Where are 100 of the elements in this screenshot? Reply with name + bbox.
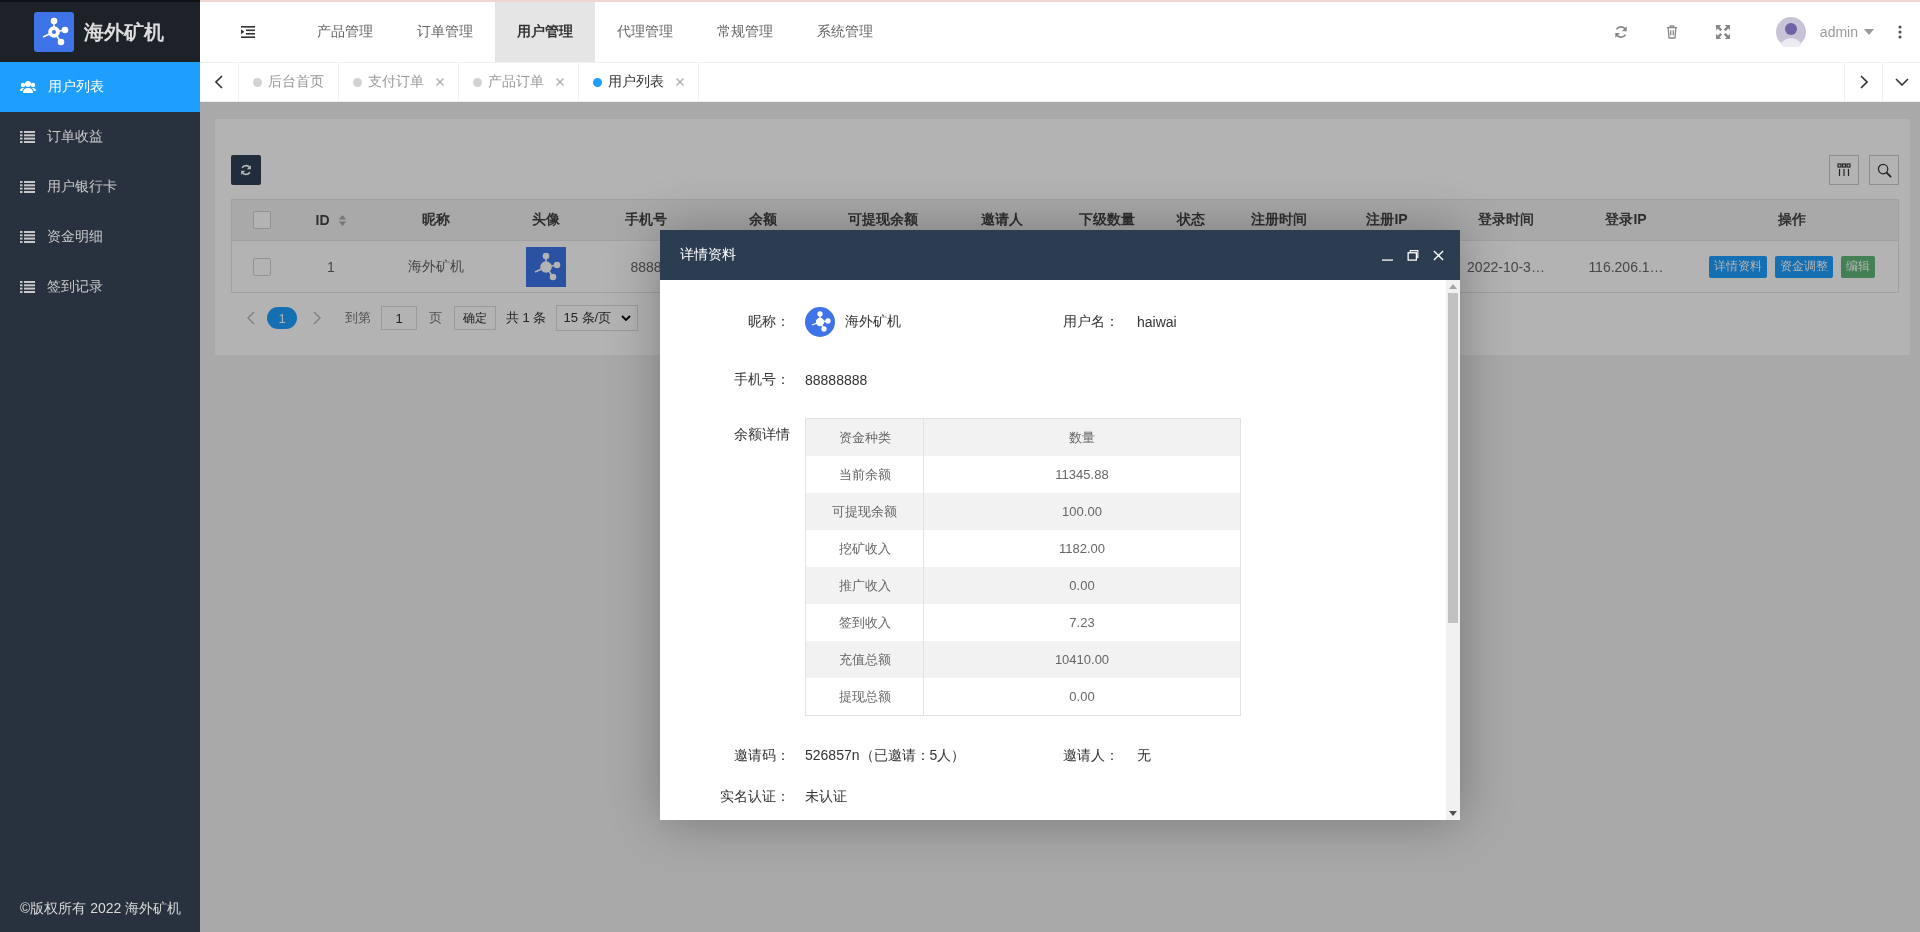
table-cell: 可提现余额 — [832, 502, 897, 521]
table-cell: 1182.00 — [1059, 541, 1105, 556]
table-cell: 充值总额 — [838, 650, 891, 669]
column-header: 注册时间 — [1250, 211, 1307, 229]
status-dot — [253, 77, 262, 87]
scroll-up-icon[interactable] — [1449, 284, 1457, 289]
field-label: 昵称： — [747, 313, 791, 331]
chevron-down-icon[interactable] — [1894, 78, 1909, 86]
column-header: 操作 — [1778, 211, 1806, 229]
column-header: 手机号 — [625, 211, 667, 229]
sidebar-item[interactable]: 订单收益 — [0, 112, 200, 162]
refresh-icon[interactable] — [1613, 25, 1628, 39]
field-value: haiwai — [1137, 314, 1177, 330]
column-header: 余额 — [748, 211, 777, 229]
list-icon — [20, 281, 35, 293]
user-avatar[interactable] — [1775, 17, 1806, 47]
sidebar-item[interactable]: 资金明细 — [0, 212, 200, 262]
table-cell: 116.206.1… — [1588, 258, 1664, 275]
sidebar-item[interactable]: 签到记录 — [0, 262, 200, 312]
field-label: 邀请码： — [733, 747, 791, 765]
table-cell: 1 — [327, 258, 335, 275]
table-cell: 推广收入 — [838, 576, 891, 595]
logo-icon — [34, 12, 74, 52]
column-header: 下级数量 — [1079, 211, 1135, 229]
table-cell: 海外矿机 — [408, 257, 464, 276]
page-tab[interactable]: 用户列表 — [578, 63, 698, 101]
column-header: 登录时间 — [1478, 211, 1534, 229]
nav-menu-item[interactable]: 代理管理 — [595, 2, 695, 62]
copyright-text: ©版权所有 2022 海外矿机 — [19, 900, 183, 918]
search-button[interactable] — [1869, 155, 1899, 185]
nav-menu-item[interactable]: 产品管理 — [295, 2, 395, 62]
column-header: 昵称 — [422, 211, 450, 229]
table-cell: 100.00 — [1062, 504, 1102, 519]
confirm-button[interactable]: 确定 — [454, 306, 496, 330]
column-header: 头像 — [532, 211, 560, 229]
field-label: 实名认证： — [719, 788, 791, 806]
list-icon — [20, 131, 35, 143]
page-unit-label: 页 — [429, 309, 442, 327]
nav-menu-item[interactable]: 常规管理 — [695, 2, 795, 62]
column-header: 资金种类 — [838, 428, 891, 447]
columns-button[interactable] — [1829, 155, 1859, 185]
caret-icon[interactable] — [621, 315, 632, 321]
table-cell: 0.00 — [1069, 689, 1095, 704]
sort-icon[interactable] — [337, 213, 347, 227]
logo-text: 海外矿机 — [84, 19, 164, 45]
field-value: 未认证 — [805, 788, 847, 806]
nav-menu-item[interactable]: 系统管理 — [795, 2, 895, 62]
page-input[interactable]: 1 — [381, 306, 417, 330]
columns-icon[interactable] — [1837, 163, 1851, 177]
field-label: 余额详情 — [733, 425, 791, 444]
fullscreen-icon[interactable] — [1715, 25, 1730, 39]
goto-label: 到第 — [345, 309, 371, 327]
sidebar-item[interactable]: 用户银行卡 — [0, 162, 200, 212]
table-cell: 2022-10-3… — [1467, 258, 1545, 275]
field-value: 526857n（已邀请：5人） — [805, 747, 966, 765]
select-all-checkbox[interactable] — [252, 211, 271, 229]
more-icon[interactable] — [1898, 25, 1902, 39]
trash-icon[interactable] — [1665, 25, 1678, 39]
table-cell: 7.23 — [1069, 615, 1095, 630]
nav-menu-item[interactable]: 订单管理 — [395, 2, 495, 62]
table-cell: 8888 — [630, 258, 662, 275]
column-header: 登录IP — [1605, 211, 1647, 229]
field-label: 手机号： — [733, 371, 791, 389]
search-icon[interactable] — [1876, 162, 1892, 178]
menu-icon[interactable] — [240, 26, 255, 38]
column-header: 数量 — [1069, 428, 1095, 447]
table-cell: 签到收入 — [838, 613, 891, 632]
maximize-icon[interactable] — [1407, 249, 1419, 261]
chevron-left-icon[interactable] — [215, 75, 223, 89]
column-header: 邀请人 — [980, 211, 1023, 229]
field-label: 用户名： — [1063, 313, 1119, 331]
field-value: 海外矿机 — [845, 313, 901, 331]
status-dot — [353, 77, 362, 87]
row-checkbox[interactable] — [252, 257, 271, 276]
field-value: 无 — [1137, 747, 1151, 765]
refresh-button[interactable] — [231, 155, 261, 185]
page-size-select[interactable]: 15 条/页 — [556, 305, 639, 331]
column-header: 注册IP — [1366, 211, 1408, 229]
status-dot — [593, 77, 602, 87]
users-icon — [20, 80, 36, 94]
scrollbar[interactable] — [1446, 280, 1460, 820]
status-dot — [473, 77, 482, 87]
column-header: ID — [315, 212, 330, 228]
refresh-icon[interactable] — [240, 164, 252, 176]
field-value: 88888888 — [805, 372, 868, 388]
avatar-image — [805, 307, 835, 337]
dialog-title: 详情资料 — [680, 246, 736, 264]
column-header: 状态 — [1177, 211, 1205, 229]
table-cell: 当前余额 — [838, 465, 891, 484]
column-header: 可提现余额 — [848, 211, 918, 229]
table-cell: 挖矿收入 — [838, 539, 891, 558]
scroll-down-icon[interactable] — [1449, 811, 1457, 816]
table-cell: 10410.00 — [1054, 652, 1110, 667]
total-count: 共 1 条 — [506, 309, 547, 327]
list-icon — [20, 231, 35, 243]
list-icon — [20, 181, 35, 193]
nav-menu-item[interactable]: 用户管理 — [495, 2, 595, 62]
table-cell: 11345.88 — [1055, 467, 1109, 482]
chevron-right-icon[interactable] — [1859, 75, 1868, 89]
field-label: 邀请人： — [1063, 747, 1119, 765]
